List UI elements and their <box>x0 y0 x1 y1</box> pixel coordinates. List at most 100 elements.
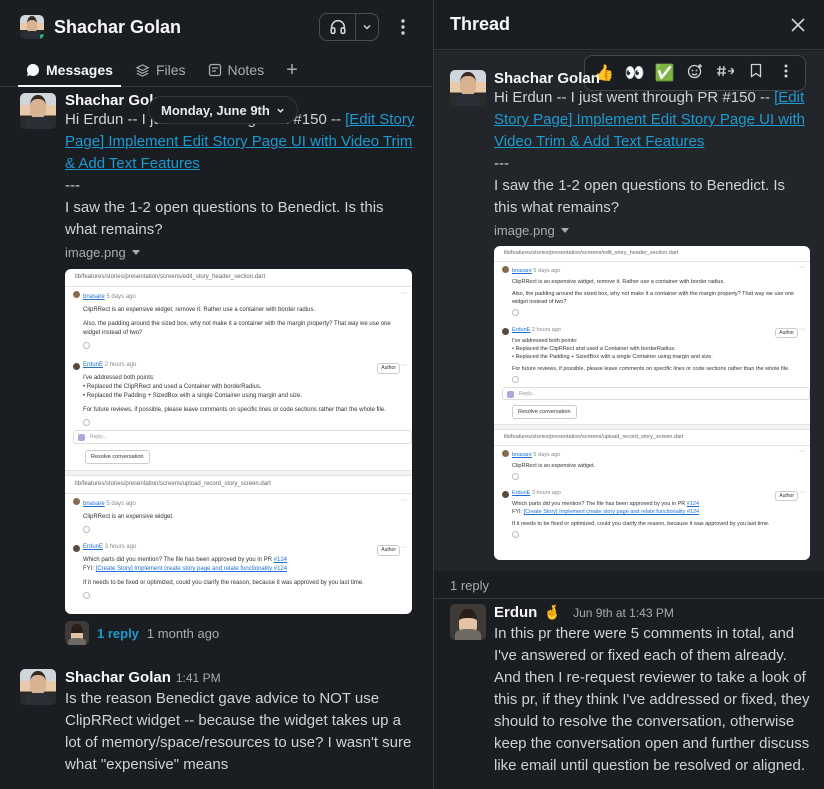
comment-line: Also, the padding around the sized box, … <box>83 321 391 336</box>
date-divider-button[interactable]: Monday, June 9th <box>148 96 298 124</box>
message-text: In this pr there were 5 comments in tota… <box>494 625 810 774</box>
resolve-conversation-button: Resolve conversation <box>512 405 577 419</box>
more-options-button[interactable] <box>389 13 417 41</box>
review-comment: ··· bnasare 5 days ago ClipRRect is an e… <box>494 262 810 316</box>
comment-user: bnasare <box>512 452 532 458</box>
author-badge: Author <box>377 363 400 374</box>
avatar[interactable] <box>20 15 44 39</box>
chevron-down-icon <box>277 108 284 113</box>
huddle-dropdown-button[interactable] <box>356 14 378 40</box>
comment-ago: 5 days ago <box>106 294 136 300</box>
divider-line <box>434 598 824 599</box>
comment-ago: 2 hours ago <box>104 362 137 368</box>
attachment-name[interactable]: image.png <box>494 223 812 238</box>
comment-line: ClipRRect is an expensive widget, remove… <box>512 279 725 285</box>
comment-line: For future reviews, if possible, please … <box>83 407 386 413</box>
headphones-button[interactable] <box>320 14 356 40</box>
add-tab-button[interactable]: + <box>278 54 306 86</box>
more-icon: ··· <box>401 497 408 504</box>
comment-user: ErdunE <box>83 362 104 368</box>
more-icon: ··· <box>799 264 806 271</box>
tab-messages[interactable]: Messages <box>18 54 121 87</box>
message-separator: --- <box>65 177 80 194</box>
tab-label: Files <box>155 62 186 78</box>
comment-user: bnasare <box>512 268 532 274</box>
more-icon: ··· <box>401 544 408 551</box>
status-emoji[interactable]: 🤞 <box>544 604 561 620</box>
review-comment: Author ··· ErdunE 3 hours ago Which part… <box>494 484 810 538</box>
message-body: Shachar Golan Hi Erdun -- I just went th… <box>65 92 417 645</box>
review-comment: ··· bnasare 5 days ago ClipRRect is an e… <box>65 494 412 533</box>
message-header: Shachar Golan 1:41 PM <box>65 669 417 686</box>
reply-time: 1 month ago <box>146 625 220 641</box>
date-label: Monday, June 9th <box>161 102 270 118</box>
file-path: lib/features/stories/presentation/screen… <box>65 476 412 494</box>
attachment-name[interactable]: image.png <box>65 245 417 260</box>
avatar <box>502 328 509 335</box>
comment-line: If it needs to be fixed or optimized, co… <box>83 580 364 586</box>
comment-line: If it needs to be fixed or optimized, co… <box>512 521 770 527</box>
comment-user: ErdunE <box>512 327 531 333</box>
comment-line: Also, the padding around the sized box, … <box>512 291 795 305</box>
comment-user: ErdunE <box>83 544 104 550</box>
sender-name[interactable]: Shachar Golan <box>65 669 171 686</box>
emoji-icon <box>83 342 90 349</box>
message-header: Erdun 🤞 Jun 9th at 1:43 PM <box>494 604 812 621</box>
emoji-icon <box>83 419 90 426</box>
sender-name[interactable]: Shachar Golan <box>494 70 600 87</box>
comment-user: bnasare <box>83 294 105 300</box>
comment-line: I've addressed both points: <box>512 338 578 344</box>
thread-header: Thread <box>434 0 824 50</box>
avatar[interactable] <box>450 70 486 106</box>
message-text-intro: Hi Erdun -- I just went through PR #150 … <box>494 89 775 106</box>
image-attachment[interactable]: lib/features/stories/presentation/screen… <box>494 246 810 560</box>
message-bubble-icon <box>26 64 39 76</box>
avatar[interactable] <box>20 669 56 705</box>
avatar[interactable] <box>20 93 56 129</box>
comment-ago: 5 days ago <box>533 452 561 458</box>
timestamp[interactable]: 1:41 PM <box>176 671 221 685</box>
image-attachment[interactable]: lib/features/stories/presentation/screen… <box>65 269 412 614</box>
plus-icon: + <box>286 58 298 81</box>
emoji-icon <box>512 376 519 383</box>
file-path: lib/features/stories/presentation/screen… <box>65 269 412 287</box>
comment-user: bnasare <box>83 501 105 507</box>
caret-down-icon <box>131 250 140 255</box>
comment-link: [Create Story] Implement create story pa… <box>95 566 288 572</box>
close-thread-button[interactable] <box>786 13 810 37</box>
parent-message: 👍 👀 ✅ Shachar Golan Hi Erdun -- I just w… <box>434 51 824 571</box>
comment-line: ClipRRect is an expensive widget, remove… <box>83 307 316 313</box>
review-comment: Author ··· ErdunE 2 hours ago I've addre… <box>65 353 412 426</box>
thread-replies[interactable]: 1 reply 1 month ago <box>65 621 417 645</box>
avatar <box>73 545 80 552</box>
message-body: Shachar Golan Hi Erdun -- I just went th… <box>494 70 812 560</box>
message-text: Hi Erdun -- I just went through PR #150 … <box>65 109 417 241</box>
tab-notes[interactable]: Notes <box>200 54 273 86</box>
channel-title[interactable]: Shachar Golan <box>54 17 181 38</box>
author-badge: Author <box>775 491 798 501</box>
emoji-icon <box>512 473 519 480</box>
presence-indicator <box>37 32 44 39</box>
resolve-conversation-button: Resolve conversation <box>85 450 150 464</box>
tab-files[interactable]: Files <box>127 54 194 86</box>
message-text-outro: I saw the 1-2 open questions to Benedict… <box>494 177 786 216</box>
emoji-icon <box>83 526 90 533</box>
reply-count[interactable]: 1 reply <box>97 626 139 641</box>
review-comment: Author ··· ErdunE 2 hours ago I've addre… <box>494 320 810 383</box>
review-comment: ··· bnasare 5 days ago ClipRRect is an e… <box>494 446 810 480</box>
timestamp[interactable]: Jun 9th at 1:43 PM <box>573 606 674 620</box>
message-text-outro: I saw the 1-2 open questions to Benedict… <box>65 199 384 238</box>
avatar <box>502 450 509 457</box>
thread-title: Thread <box>450 14 511 34</box>
comment-line: I've addressed both points: <box>83 375 155 381</box>
comment-line: Which parts did you mention? The file ha… <box>83 557 274 563</box>
sender-name[interactable]: Erdun <box>494 604 537 621</box>
layers-icon <box>135 63 150 77</box>
avatar[interactable] <box>450 604 486 640</box>
comment-line: • Replaced the Padding + SizedBox with a… <box>83 393 303 399</box>
tab-label: Notes <box>227 62 265 78</box>
attachment-label: image.png <box>65 245 126 260</box>
comment-ago: 5 days ago <box>533 268 561 274</box>
channel-pane: Shachar Golan Messages Files Notes + Sha… <box>0 0 433 789</box>
comment-line: For future reviews, if possible, please … <box>512 366 790 372</box>
